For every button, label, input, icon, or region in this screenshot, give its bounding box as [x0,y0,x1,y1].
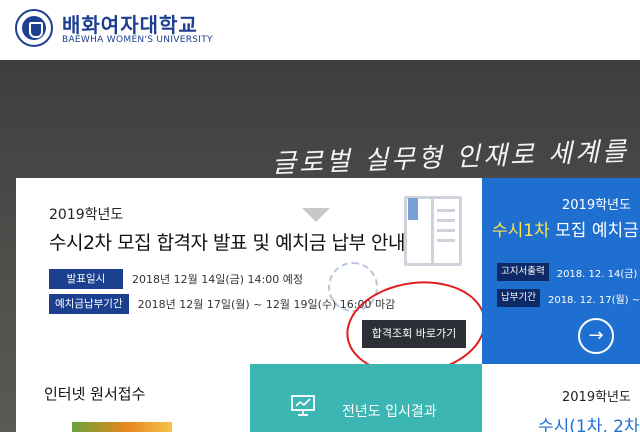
university-emblem-icon[interactable] [15,9,53,47]
bookmark-icon [408,198,418,220]
notice-year: 2019학년도 [49,207,124,223]
internet-application-card[interactable]: 인터넷 원서접수 [16,364,250,432]
card3-title: 수시(1차, 2차 [538,417,640,432]
check-acceptance-button[interactable]: 합격조회 바로가기 [362,320,466,348]
side-card-title-highlight: 수시1차 [492,221,550,241]
arrow-right-icon[interactable]: → [578,318,614,354]
presentation-chart-icon [291,395,315,416]
logo-english-name[interactable]: BAEWHA WOMEN'S UNIVERSITY [62,35,213,45]
side-card-title-rest: 모집 예치금 [549,221,639,241]
previous-results-title: 전년도 입시결과 [342,404,437,420]
announcement-date-row: 발표일시 2018년 12월 14일(금) 14:00 예정 [49,269,303,289]
payment-period-row: 납부기간 2018. 12. 17(월) ~ 12 [497,289,640,307]
bill-print-value: 2018. 12. 14(금) ~ 12 [556,268,640,280]
payment-period-value: 2018. 12. 17(월) ~ 12 [547,294,640,306]
logo-korean-name[interactable]: 배화여자대학교 [62,9,198,38]
internet-application-title: 인터넷 원서접수 [44,385,146,403]
payment-period-label: 납부기간 [497,289,540,307]
bill-print-label: 고지서출력 [497,263,549,281]
decorative-triangle-icon [302,208,330,222]
deposit-period-value: 2018년 12월 17일(월) ~ 12월 19일(수) 16:00 마감 [137,298,396,311]
announcement-date-value: 2018년 12월 14일(금) 14:00 예정 [132,273,303,286]
site-header: 배화여자대학교 BAEWHA WOMEN'S UNIVERSITY [0,0,640,60]
bill-print-row: 고지서출력 2018. 12. 14(금) ~ 12 [497,263,640,281]
deposit-period-row: 예치금납부기간 2018년 12월 17일(월) ~ 12월 19일(수) 16… [49,294,395,314]
previous-results-card[interactable]: 전년도 입시결과 [250,364,482,432]
application-banner-image [72,422,172,432]
notice-title: 수시2차 모집 합격자 발표 및 예치금 납부 안내 [49,232,406,254]
side-card-title: 수시1차 모집 예치금 [492,216,639,241]
hero-slogan: 글로벌 실무형 인재로 세계를 품다 [271,135,640,180]
early-admission-card[interactable]: 2019학년도 수시(1차, 2차 [482,364,640,432]
deposit-period-label: 예치금납부기간 [49,294,129,314]
side-card-year: 2019학년도 [562,198,631,213]
early-admission-deposit-card[interactable]: 2019학년도 수시1차 모집 예치금 고지서출력 2018. 12. 14(금… [482,178,640,364]
admission-notice-card: 2019학년도 수시2차 모집 합격자 발표 및 예치금 납부 안내 발표일시 … [16,178,492,384]
card3-year: 2019학년도 [562,390,631,405]
announcement-date-label: 발표일시 [49,269,123,289]
